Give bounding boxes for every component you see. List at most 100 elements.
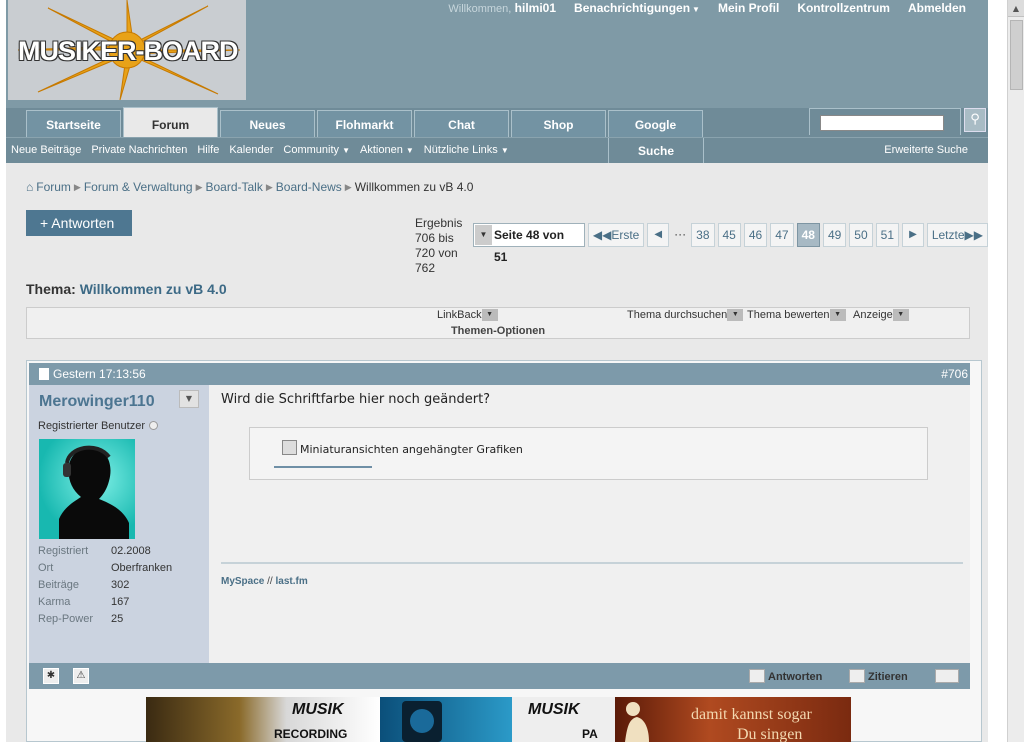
quote-button[interactable]: Zitieren — [849, 669, 908, 683]
banner-recording-label: RECORDING — [274, 727, 348, 741]
subnav: Neue Beiträge Private Nachrichten Hilfe … — [6, 137, 988, 164]
pagination: ▼ Seite 48 von 51 ◀◀Erste ◀ ··· 38 45 46 … — [473, 223, 988, 264]
subnav-private-nachrichten[interactable]: Private Nachrichten — [91, 144, 187, 156]
subnav-hilfe[interactable]: Hilfe — [197, 144, 219, 156]
tab-flohmarkt[interactable]: Flohmarkt — [317, 110, 412, 137]
subnav-kalender[interactable]: Kalender — [229, 144, 273, 156]
username-link[interactable]: hilmi01 — [515, 1, 556, 15]
subnav-links-label: Nützliche Links — [423, 144, 498, 156]
display-menu[interactable]: Anzeige ▼ — [853, 308, 909, 322]
lastfm-link[interactable]: last.fm — [275, 576, 307, 587]
tab-forum[interactable]: Forum — [123, 107, 218, 137]
tab-suche[interactable]: Suche — [608, 138, 704, 164]
tab-shop[interactable]: Shop — [511, 110, 606, 137]
banner-pa[interactable]: MUSIK PA — [512, 697, 615, 742]
logo[interactable]: MUSIKER-BOARD — [8, 0, 246, 100]
home-icon[interactable]: ⌂ — [26, 180, 33, 194]
advanced-search-link[interactable]: Erweiterte Suche — [884, 144, 968, 156]
control-panel-link[interactable]: Kontrollzentrum — [797, 1, 890, 15]
tab-neues[interactable]: Neues — [220, 110, 315, 137]
banner-slogan: damit kannst sogar Du singen — [691, 705, 812, 742]
profile-link[interactable]: Mein Profil — [718, 1, 779, 15]
warning-icon[interactable]: ⚠ — [73, 668, 89, 684]
last-page-button[interactable]: Letzte▶▶ — [926, 223, 988, 247]
avatar-silhouette-icon — [59, 445, 129, 539]
breadcrumb-board-talk[interactable]: Board-Talk — [205, 180, 262, 194]
tab-startseite[interactable]: Startseite — [26, 110, 121, 137]
logo-text: MUSIKER-BOARD — [18, 36, 238, 66]
logout-link[interactable]: Abmelden — [908, 1, 966, 15]
ad-banner[interactable]: MUSIK RECORDING MUSIK PA damit kannst so… — [146, 697, 851, 742]
banner-singing[interactable]: damit kannst sogar Du singen — [615, 697, 851, 742]
reply-button[interactable]: + Antworten — [26, 210, 132, 236]
scrollbar[interactable]: ▲ — [1007, 0, 1024, 742]
subnav-nuetzliche-links[interactable]: Nützliche Links ▼ — [424, 144, 509, 156]
banner-brand: MUSIK — [528, 701, 580, 718]
stat-row: Rep-Power 25 — [38, 613, 172, 630]
page-link-38[interactable]: 38 — [691, 223, 715, 247]
breadcrumb-forum[interactable]: Forum — [36, 180, 71, 194]
stat-row: Karma 167 — [38, 596, 172, 613]
search-thread-menu[interactable]: Thema durchsuchen ▼ — [627, 308, 744, 322]
breadcrumb: ⌂ Forum ▶ Forum & Verwaltung ▶ Board-Tal… — [26, 180, 473, 194]
breadcrumb-current: Willkommen zu vB 4.0 — [354, 180, 474, 194]
subnav-items: Neue Beiträge Private Nachrichten Hilfe … — [11, 144, 509, 156]
banner-speaker[interactable] — [380, 697, 512, 742]
linkback-menu[interactable]: LinkBack ▼ — [437, 308, 498, 322]
subnav-aktionen[interactable]: Aktionen ▼ — [360, 144, 414, 156]
scroll-up-icon[interactable]: ▲ — [1008, 0, 1024, 17]
user-menu-button[interactable]: ▼ — [179, 390, 199, 408]
post-author[interactable]: Merowinger110 — [39, 393, 155, 411]
page-link-49[interactable]: 49 — [822, 223, 847, 247]
quote-icon — [849, 669, 865, 683]
double-chevron-left-icon: ◀◀ — [592, 228, 612, 242]
subnav-neue-beitraege[interactable]: Neue Beiträge — [11, 144, 81, 156]
caret-down-icon: ▼ — [892, 309, 909, 322]
document-icon — [39, 368, 49, 380]
content: ⌂ Forum ▶ Forum & Verwaltung ▶ Board-Tal… — [6, 163, 988, 742]
page-link-50[interactable]: 50 — [849, 223, 873, 247]
notifications-link[interactable]: Benachrichtigungen ▼ — [574, 1, 700, 15]
stat-key: Ort — [38, 562, 54, 574]
breadcrumb-forum-verwaltung[interactable]: Forum & Verwaltung — [84, 180, 193, 194]
tab-chat[interactable]: Chat — [414, 110, 509, 137]
stat-value: Oberfranken — [111, 562, 173, 574]
breadcrumb-board-news[interactable]: Board-News — [276, 180, 342, 194]
caret-down-icon: ▼ — [829, 309, 846, 322]
search-button[interactable]: ⚲ — [964, 108, 986, 132]
banner-recording[interactable]: MUSIK RECORDING — [146, 697, 380, 742]
search-input[interactable] — [820, 115, 944, 131]
stat-key: Rep-Power — [38, 613, 94, 625]
attachments-label[interactable]: Miniaturansichten angehängter Grafiken — [300, 443, 523, 456]
next-page-button[interactable]: ▶ — [902, 223, 924, 247]
tab-google[interactable]: Google — [608, 110, 703, 137]
stat-key: Karma — [38, 596, 71, 608]
page-link-51[interactable]: 51 — [875, 223, 900, 247]
multiquote-icon — [935, 669, 959, 683]
user-title-label: Registrierter Benutzer — [38, 420, 145, 432]
subnav-community[interactable]: Community ▼ — [283, 144, 350, 156]
myspace-link[interactable]: MySpace — [221, 576, 264, 587]
thread-title-link[interactable]: Willkommen zu vB 4.0 — [80, 281, 227, 297]
page-link-45[interactable]: 45 — [717, 223, 741, 247]
post-body: Wird die Schriftfarbe hier noch geändert… — [209, 385, 970, 663]
star-icon[interactable]: ✱ — [43, 668, 59, 684]
prev-page-button[interactable]: ◀ — [647, 223, 670, 247]
caret-down-icon: ▼ — [481, 309, 498, 322]
post-number[interactable]: #706 — [941, 363, 968, 385]
multiquote-button[interactable] — [935, 669, 962, 683]
navbar: Startseite Forum Neues Flohmarkt Chat Sh… — [6, 107, 988, 164]
main-tabs: Startseite Forum Neues Flohmarkt Chat Sh… — [26, 107, 703, 137]
thread-title: Thema: Willkommen zu vB 4.0 — [26, 281, 227, 297]
page-select[interactable]: ▼ Seite 48 von 51 — [473, 223, 585, 264]
avatar[interactable] — [39, 439, 135, 539]
rate-thread-menu[interactable]: Thema bewerten ▼ — [747, 308, 846, 322]
banner-slogan-line1: damit kannst sogar — [691, 706, 812, 723]
page-link-46[interactable]: 46 — [743, 223, 768, 247]
caret-down-icon: ▼ — [500, 146, 509, 155]
first-page-button[interactable]: ◀◀Erste — [587, 223, 645, 247]
scroll-thumb[interactable] — [1010, 20, 1023, 90]
subnav-aktionen-label: Aktionen — [360, 144, 403, 156]
page-link-47[interactable]: 47 — [770, 223, 794, 247]
reply-post-button[interactable]: Antworten — [749, 669, 822, 683]
